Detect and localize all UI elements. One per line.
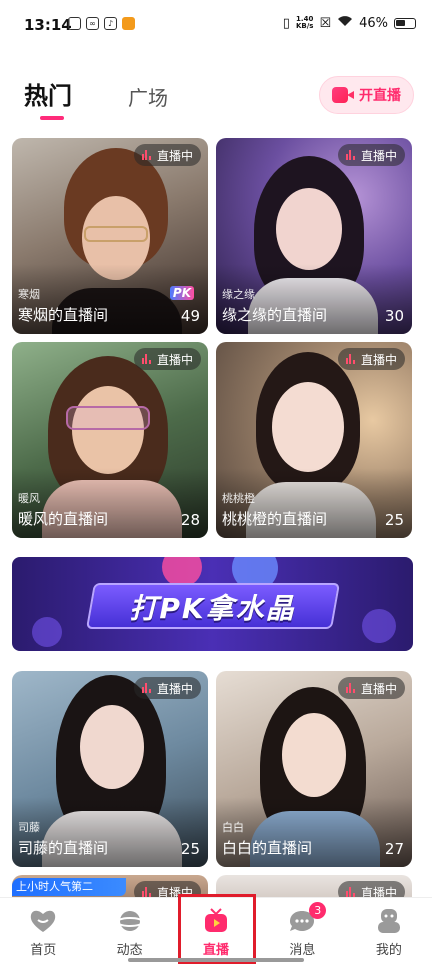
tiktok-notification-icon: ♪ <box>104 17 117 30</box>
go-live-button[interactable]: 开直播 <box>319 76 414 114</box>
app-notification-orange-icon <box>122 17 135 30</box>
live-room-card[interactable]: 直播中 缘之缘 缘之缘的直播间 30 <box>216 138 412 334</box>
status-right: ▯ 1.40 KB/s ☒ 46% <box>283 15 416 31</box>
live-bars-icon <box>141 354 151 364</box>
live-status-badge: 直播中 <box>337 348 405 370</box>
app-notification-icon <box>68 17 81 30</box>
live-room-card[interactable]: 直播中 桃桃橙 桃桃橙的直播间 25 <box>216 342 412 538</box>
nav-live-label: 直播 <box>203 943 230 958</box>
host-name: 白白 <box>222 821 244 834</box>
vibrate-icon: ▯ <box>282 15 290 31</box>
live-bars-icon <box>141 683 151 693</box>
live-status-badge: 直播中 <box>133 144 201 166</box>
room-title: 暖风的直播间 <box>18 510 109 528</box>
home-indicator[interactable] <box>128 958 304 962</box>
tv-icon <box>202 908 230 934</box>
hourly-rank-tag: 上小时人气第二 <box>12 878 126 896</box>
camera-icon <box>332 87 354 103</box>
go-live-label: 开直播 <box>359 88 401 104</box>
nav-home-label: 首页 <box>30 943 57 958</box>
nav-messages[interactable]: 3 消息 <box>259 898 345 964</box>
live-bars-icon <box>141 150 151 160</box>
room-title: 寒烟的直播间 <box>18 306 109 324</box>
host-name: 缘之缘 <box>222 288 255 301</box>
battery-icon <box>394 17 416 29</box>
nav-profile[interactable]: 我的 <box>346 898 432 964</box>
nav-moments[interactable]: 动态 <box>86 898 172 964</box>
notification-icons: ∞ ♪ <box>68 17 135 30</box>
planet-icon <box>115 908 144 934</box>
nav-profile-label: 我的 <box>375 943 402 958</box>
tab-hot[interactable]: 热门 <box>24 76 72 111</box>
live-room-card[interactable]: 直播中 暖风 暖风的直播间 28 <box>12 342 208 538</box>
host-name: 桃桃橙 <box>222 492 255 505</box>
viewer-count: 25 <box>384 511 404 529</box>
banner-title: 打PK拿水晶 <box>129 592 296 625</box>
status-time: 13:14 <box>24 16 72 34</box>
host-name: 寒烟 <box>18 288 40 301</box>
host-name: 司藤 <box>18 821 40 834</box>
room-title: 白白的直播间 <box>222 839 313 857</box>
nav-live[interactable]: 直播 <box>173 898 259 964</box>
live-bars-icon <box>345 683 355 693</box>
tab-square[interactable]: 广场 <box>128 82 168 111</box>
live-bars-icon <box>345 150 355 160</box>
wifi-icon <box>337 15 353 31</box>
host-name: 暖风 <box>18 492 40 505</box>
active-tab-indicator <box>40 116 64 120</box>
viewer-count: 25 <box>180 840 200 858</box>
status-bar: 13:14 ∞ ♪ ▯ 1.40 KB/s ☒ 46% <box>0 0 432 50</box>
home-heart-icon <box>29 908 57 934</box>
room-title: 司藤的直播间 <box>18 839 109 857</box>
no-sim-icon: ☒ <box>319 15 332 31</box>
live-status-badge: 直播中 <box>133 677 201 699</box>
promo-banner[interactable]: 打PK拿水晶 <box>12 557 413 651</box>
live-status-badge: 直播中 <box>337 144 405 166</box>
viewer-count: 28 <box>180 511 200 529</box>
pk-tag: PK <box>169 286 194 300</box>
nav-messages-label: 消息 <box>289 943 316 958</box>
nav-moments-label: 动态 <box>116 943 143 958</box>
viewer-count: 49 <box>180 307 200 325</box>
live-status-badge: 直播中 <box>337 677 405 699</box>
live-bars-icon <box>345 354 355 364</box>
live-bars-icon <box>141 887 151 897</box>
bottom-nav: 首页 动态 直播 3 消息 我的 <box>0 897 432 964</box>
battery-percent: 46% <box>359 15 388 31</box>
messages-badge: 3 <box>309 902 327 919</box>
nav-home[interactable]: 首页 <box>0 898 86 964</box>
live-room-card[interactable]: 直播中 司藤 司藤的直播间 25 <box>12 671 208 867</box>
live-room-card[interactable]: 直播中 白白 白白的直播间 27 <box>216 671 412 867</box>
viewer-count: 30 <box>384 307 404 325</box>
viewer-count: 27 <box>384 840 404 858</box>
live-room-card[interactable]: 直播中 PK 寒烟 寒烟的直播间 49 <box>12 138 208 334</box>
link-notification-icon: ∞ <box>86 17 99 30</box>
live-status-badge: 直播中 <box>133 348 201 370</box>
room-title: 缘之缘的直播间 <box>222 306 328 324</box>
room-title: 桃桃橙的直播间 <box>222 510 328 528</box>
network-speed: 1.40 KB/s <box>295 15 314 30</box>
live-bars-icon <box>345 887 355 897</box>
profile-icon <box>375 908 403 934</box>
